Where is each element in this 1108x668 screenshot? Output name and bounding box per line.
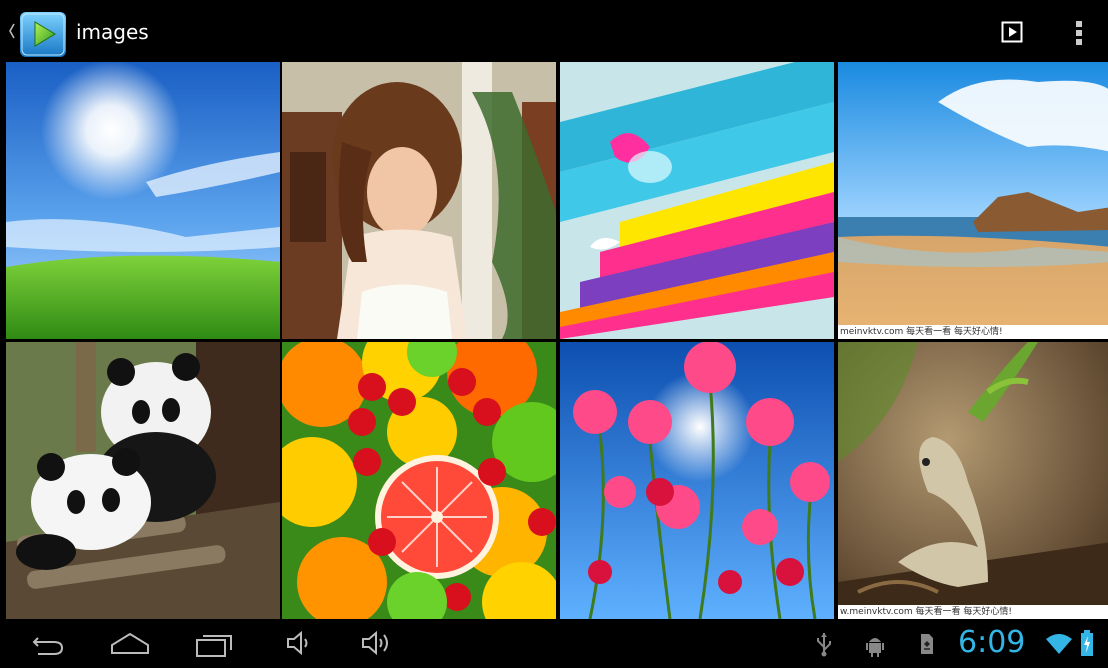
- gallery-app: images meinvktv.com 每天看一看 每天好心情! w.meinv…: [0, 0, 1108, 668]
- flowers-thumbnail: [560, 342, 834, 619]
- battery-charging-icon: [1081, 630, 1093, 656]
- up-caret-icon[interactable]: [8, 20, 16, 42]
- volume-down-icon[interactable]: [284, 631, 314, 655]
- volume-up-icon[interactable]: [359, 631, 395, 655]
- system-bar: 6:09: [0, 619, 1108, 668]
- image-grid: meinvktv.com 每天看一看 每天好心情! w.meinvktv.com…: [6, 62, 1108, 619]
- watermark: w.meinvktv.com 每天看一看 每天好心情!: [838, 605, 1108, 619]
- watermark: meinvktv.com 每天看一看 每天好心情!: [838, 325, 1108, 339]
- home-icon[interactable]: [108, 631, 152, 655]
- image-tile-beach[interactable]: meinvktv.com 每天看一看 每天好心情!: [838, 62, 1108, 339]
- image-tile-sky[interactable]: [6, 62, 280, 339]
- action-bar: images: [0, 0, 1108, 62]
- image-tile-lizard[interactable]: w.meinvktv.com 每天看一看 每天好心情!: [838, 342, 1108, 619]
- image-tile-pandas[interactable]: [6, 342, 280, 619]
- lizard-thumbnail: [838, 342, 1108, 619]
- clock: 6:09: [958, 625, 1026, 660]
- fruits-thumbnail: [282, 342, 556, 619]
- beach-thumbnail: [838, 62, 1108, 339]
- image-tile-abstract[interactable]: [560, 62, 834, 339]
- gallery-play-icon[interactable]: [18, 9, 68, 59]
- abstract-thumbnail: [560, 62, 834, 339]
- play-box-icon[interactable]: [1001, 21, 1023, 43]
- android-debug-icon: [866, 638, 884, 657]
- usb-icon: [817, 633, 831, 657]
- image-tile-flowers[interactable]: [560, 342, 834, 619]
- portrait-thumbnail: [282, 62, 556, 339]
- pandas-thumbnail: [6, 342, 280, 619]
- wifi-icon: [1046, 634, 1072, 654]
- image-tile-portrait[interactable]: [282, 62, 556, 339]
- vertical-dots-icon[interactable]: [1071, 18, 1087, 48]
- page-title: images: [76, 20, 149, 44]
- recent-apps-icon[interactable]: [193, 630, 233, 658]
- back-icon[interactable]: [30, 632, 66, 656]
- sky-grass-thumbnail: [6, 62, 280, 339]
- image-tile-fruits[interactable]: [282, 342, 556, 619]
- sd-card-icon: [921, 634, 933, 654]
